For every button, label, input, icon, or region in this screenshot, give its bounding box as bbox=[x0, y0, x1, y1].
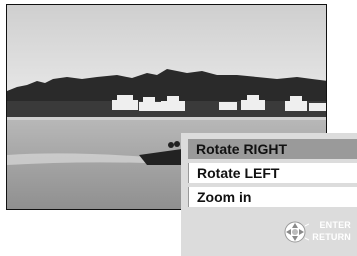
enter-hint-label: ENTER bbox=[319, 220, 351, 230]
menu-item-rotate-left[interactable]: Rotate LEFT bbox=[188, 163, 357, 183]
dpad-icon bbox=[283, 220, 310, 249]
context-menu: Rotate RIGHT Rotate LEFT Zoom in ENTER R… bbox=[181, 133, 357, 256]
return-hint-label: RETURN bbox=[312, 232, 351, 242]
menu-item-rotate-right[interactable]: Rotate RIGHT bbox=[188, 139, 357, 159]
navigation-hint: ENTER RETURN bbox=[279, 218, 351, 246]
menu-item-zoom-in[interactable]: Zoom in bbox=[188, 187, 357, 207]
